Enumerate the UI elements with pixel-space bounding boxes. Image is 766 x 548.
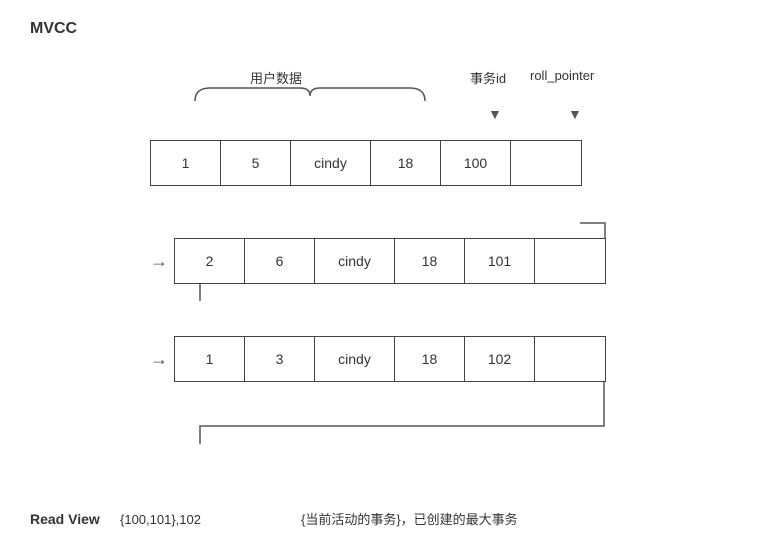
- brace-svg: [190, 86, 430, 116]
- cell-2-4: 18: [395, 239, 465, 283]
- read-view-label: Read View: [30, 511, 100, 527]
- roll-pointer-arrow: ▼: [568, 106, 582, 122]
- data-row-2: 2 6 cindy 18 101: [174, 238, 606, 284]
- read-view-section: Read View {100,101},102 {当前活动的事务}，已创建的最大…: [30, 509, 736, 528]
- read-view-values: {100,101},102: [120, 512, 201, 527]
- trx-id-arrow: ▼: [488, 106, 502, 122]
- cell-2-1: 2: [175, 239, 245, 283]
- data-row-3: 1 3 cindy 18 102: [174, 336, 606, 382]
- row-2-wrap: → 2 6 cindy 18 101: [150, 238, 736, 284]
- cell-2-3: cindy: [315, 239, 395, 283]
- row-1-wrap: 1 5 cindy 18 100: [150, 140, 736, 186]
- row-3-wrap: → 1 3 cindy 18 102: [150, 336, 736, 382]
- cell-1-2: 5: [221, 141, 291, 185]
- cell-1-5: 100: [441, 141, 511, 185]
- cell-1-1: 1: [151, 141, 221, 185]
- read-view-desc: {当前活动的事务}，已创建的最大事务: [301, 509, 518, 528]
- main-page: MVCC 用户数据 事务id roll_pointer ▼ ▼ 1: [0, 0, 766, 548]
- trx-id-label: 事务id: [470, 68, 506, 87]
- cell-3-2: 3: [245, 337, 315, 381]
- row-2: → 2 6 cindy 18 101: [150, 238, 736, 284]
- diagram-area: 用户数据 事务id roll_pointer ▼ ▼ 1 5 cindy 18: [30, 68, 736, 382]
- cell-1-6: [511, 141, 581, 185]
- cell-3-3: cindy: [315, 337, 395, 381]
- cell-2-6: [535, 239, 605, 283]
- row-3-arrow: →: [150, 349, 168, 370]
- user-data-label: 用户数据: [250, 68, 302, 87]
- cell-3-6: [535, 337, 605, 381]
- row-3: → 1 3 cindy 18 102: [150, 336, 736, 382]
- cell-1-3: cindy: [291, 141, 371, 185]
- data-row-1: 1 5 cindy 18 100: [150, 140, 582, 186]
- cell-2-5: 101: [465, 239, 535, 283]
- cell-1-4: 18: [371, 141, 441, 185]
- row-2-arrow: →: [150, 251, 168, 272]
- cell-3-5: 102: [465, 337, 535, 381]
- cell-3-4: 18: [395, 337, 465, 381]
- cell-2-2: 6: [245, 239, 315, 283]
- roll-pointer-label: roll_pointer: [530, 68, 594, 83]
- cell-3-1: 1: [175, 337, 245, 381]
- page-title: MVCC: [30, 20, 736, 38]
- row-1: 1 5 cindy 18 100: [150, 140, 736, 186]
